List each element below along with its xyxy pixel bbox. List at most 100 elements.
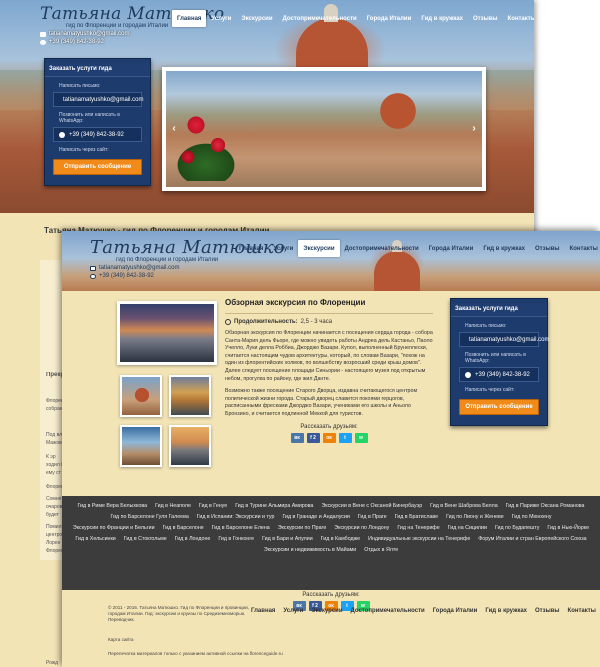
partner-link[interactable]: Гид в Хельсинки: [75, 534, 115, 545]
phone-field[interactable]: +39 (349) 842-38-92: [459, 367, 539, 382]
partner-link[interactable]: Гид в Стокгольме: [124, 534, 167, 545]
partner-link[interactable]: Гид в Генуе: [199, 501, 227, 512]
partner-link[interactable]: Гид в Вене Шаброва Белла: [430, 501, 497, 512]
nav-item-reviews[interactable]: Отзывы: [530, 240, 565, 257]
nav-item-contacts[interactable]: Контакты: [565, 240, 600, 257]
nav-item-cities[interactable]: Города Италии: [362, 10, 417, 27]
header-email[interactable]: tatianamatyushko@gmail.com: [40, 31, 224, 37]
divider: [225, 313, 433, 314]
partner-link[interactable]: Гид в Нью-Йорке: [547, 523, 589, 534]
clock-icon: [225, 319, 231, 325]
send-message-button[interactable]: Отправить сообщение: [459, 399, 539, 415]
odnoklassniki-icon[interactable]: ок: [322, 432, 336, 443]
duomo-dome: [374, 251, 420, 291]
partner-link[interactable]: Гид в Барселоне Елена: [212, 523, 270, 534]
partner-link[interactable]: Индивидуальные экскурсии на Тенерифе: [368, 534, 470, 545]
main-nav: Главная Услуги Экскурсии Достопримечател…: [172, 10, 534, 27]
slider-prev-icon[interactable]: ‹: [170, 123, 178, 135]
footer-nav: Главная Услуги Экскурсии Достопримечател…: [251, 608, 596, 614]
vk-icon[interactable]: вк: [290, 432, 304, 443]
partner-link[interactable]: Гид на Тенерифе: [397, 523, 439, 534]
partner-link[interactable]: Гид в Неаполе: [155, 501, 191, 512]
twitter-icon[interactable]: t: [338, 432, 352, 443]
footer-nav-home[interactable]: Главная: [251, 608, 275, 614]
partner-link[interactable]: Гид в Париже Оксана Романова: [506, 501, 585, 512]
partner-link[interactable]: Экскурсии по Франции и Бельгии: [73, 523, 155, 534]
photo-slider: ‹ ›: [162, 67, 486, 191]
partner-link[interactable]: Гид в Барселоне: [163, 523, 204, 534]
partner-link[interactable]: Отдых в Ялте: [364, 545, 398, 556]
partner-link[interactable]: Форум Италии и стран Европейского Союза: [478, 534, 586, 545]
slider-photo: [166, 85, 252, 181]
partner-link[interactable]: Гид по Будапешту: [495, 523, 539, 534]
phone-field[interactable]: +39 (349) 842-38-92: [53, 127, 142, 142]
share-title: Рассказать друзьям:: [302, 592, 360, 598]
send-message-button[interactable]: Отправить сообщение: [53, 159, 142, 175]
gallery-thumb[interactable]: [169, 425, 211, 467]
partner-link[interactable]: Экскурсии и недвижимость в Майами: [264, 545, 356, 556]
nav-item-sights[interactable]: Достопримечательности: [340, 240, 424, 257]
repost-notice: Перепечатка материалов только с указание…: [108, 651, 283, 656]
partner-link[interactable]: Экскурсии по Лондону: [334, 523, 389, 534]
email-field[interactable]: tatianamatyushko@gmail.com: [53, 92, 143, 107]
nav-item-reviews[interactable]: Отзывы: [468, 10, 503, 27]
partner-link[interactable]: Гид по Барселоне Гуля Галеева: [111, 512, 189, 523]
nav-item-home[interactable]: Главная: [172, 10, 207, 27]
nav-item-tours[interactable]: Экскурсии: [298, 240, 340, 257]
header-phone[interactable]: +39 (349) 842-38-92: [90, 273, 285, 279]
partner-link[interactable]: Гид в Праге: [358, 512, 387, 523]
tour-main-photo[interactable]: [117, 301, 217, 365]
partner-link[interactable]: Гид на Сицилии: [448, 523, 487, 534]
partner-link[interactable]: Гид по Лиону и Женеве: [446, 512, 504, 523]
article-paragraph: Обзорная экскурсия по Флоренции начинает…: [225, 330, 433, 382]
footer-nav-contacts[interactable]: Контакты: [568, 608, 596, 614]
partner-link[interactable]: Гид в Риме Вера Белыхкова: [77, 501, 147, 512]
whatsapp-icon[interactable]: w: [354, 432, 368, 443]
partner-link[interactable]: Экскурсии по Праге: [278, 523, 327, 534]
footer-nav-guides[interactable]: Гид в кружках: [485, 608, 527, 614]
partner-links-list: Гид в Риме Вера Белыхкова Гид в Неаполе Ги…: [70, 501, 592, 556]
footer-nav-tours[interactable]: Экскурсии: [311, 608, 342, 614]
header-email[interactable]: tatianamatyushko@gmail.com: [90, 265, 285, 271]
nav-item-contacts[interactable]: Контакты: [503, 10, 534, 27]
partner-link[interactable]: Гид в Гранаде и Андалусии: [282, 512, 349, 523]
tour-article: Обзорная экскурсия по Флоренции Продолжи…: [225, 298, 433, 443]
partner-link[interactable]: Гид в Турине Альмира Амирова: [235, 501, 313, 512]
main-nav: Главная Услуги Экскурсии Достопримечател…: [234, 240, 600, 257]
email-field[interactable]: tatianamatyushko@gmail.com: [459, 332, 549, 347]
gallery-thumb[interactable]: [120, 425, 162, 467]
nav-item-cities[interactable]: Города Италии: [424, 240, 479, 257]
phone-icon: [40, 39, 46, 45]
gallery-thumb[interactable]: [120, 375, 162, 417]
partner-link[interactable]: Гид в Лондоне: [175, 534, 211, 545]
partner-link[interactable]: Гид по Мюнхену: [512, 512, 552, 523]
facebook-icon[interactable]: f 2: [306, 432, 320, 443]
nav-item-guides[interactable]: Гид в кружках: [416, 10, 468, 27]
nav-item-home[interactable]: Главная: [234, 240, 268, 257]
slider-next-icon[interactable]: ›: [470, 123, 478, 135]
footer-nav-sights[interactable]: Достопримечательности: [351, 608, 425, 614]
phone-icon: [59, 131, 65, 138]
article-paragraph: Возможно также посещение Старого Дворца,…: [225, 388, 418, 417]
gallery-thumb[interactable]: [169, 375, 211, 417]
partner-link[interactable]: Гид в Гонконге: [218, 534, 254, 545]
nav-item-services[interactable]: Услуги: [268, 240, 298, 257]
sitemap-link[interactable]: Карта сайта: [108, 637, 134, 642]
nav-item-services[interactable]: Услуги: [206, 10, 236, 27]
footer-nav-reviews[interactable]: Отзывы: [535, 608, 560, 614]
partner-link[interactable]: Экскурсии в Вене с Оксаной Бинербауэр: [321, 501, 422, 512]
partner-link[interactable]: Гид в Камбодже: [321, 534, 360, 545]
partner-link[interactable]: Гид в Испании: Экскурсии и тур: [197, 512, 275, 523]
footer-nav-cities[interactable]: Города Италии: [433, 608, 478, 614]
order-guide-panel: Заказать услуги гида Написать письмо: ta…: [450, 298, 549, 426]
footer-nav-services[interactable]: Услуги: [283, 608, 303, 614]
nav-item-guides[interactable]: Гид в кружках: [478, 240, 530, 257]
partner-link[interactable]: Гид в Братиславе: [395, 512, 438, 523]
order-guide-panel: Заказать услуги гида Написать письмо: ta…: [44, 58, 151, 186]
header-phone[interactable]: +39 (349) 842-38-92: [40, 39, 224, 45]
copyright-text: © 2011 - 2016. Татьяна Матюшко. Гид по Ф…: [108, 605, 249, 622]
nav-item-sights[interactable]: Достопримечательности: [278, 10, 362, 27]
nav-item-tours[interactable]: Экскурсии: [236, 10, 277, 27]
article-title: Обзорная экскурсия по Флоренции: [225, 298, 366, 307]
partner-link[interactable]: Гид в Бари и Апулии: [262, 534, 313, 545]
